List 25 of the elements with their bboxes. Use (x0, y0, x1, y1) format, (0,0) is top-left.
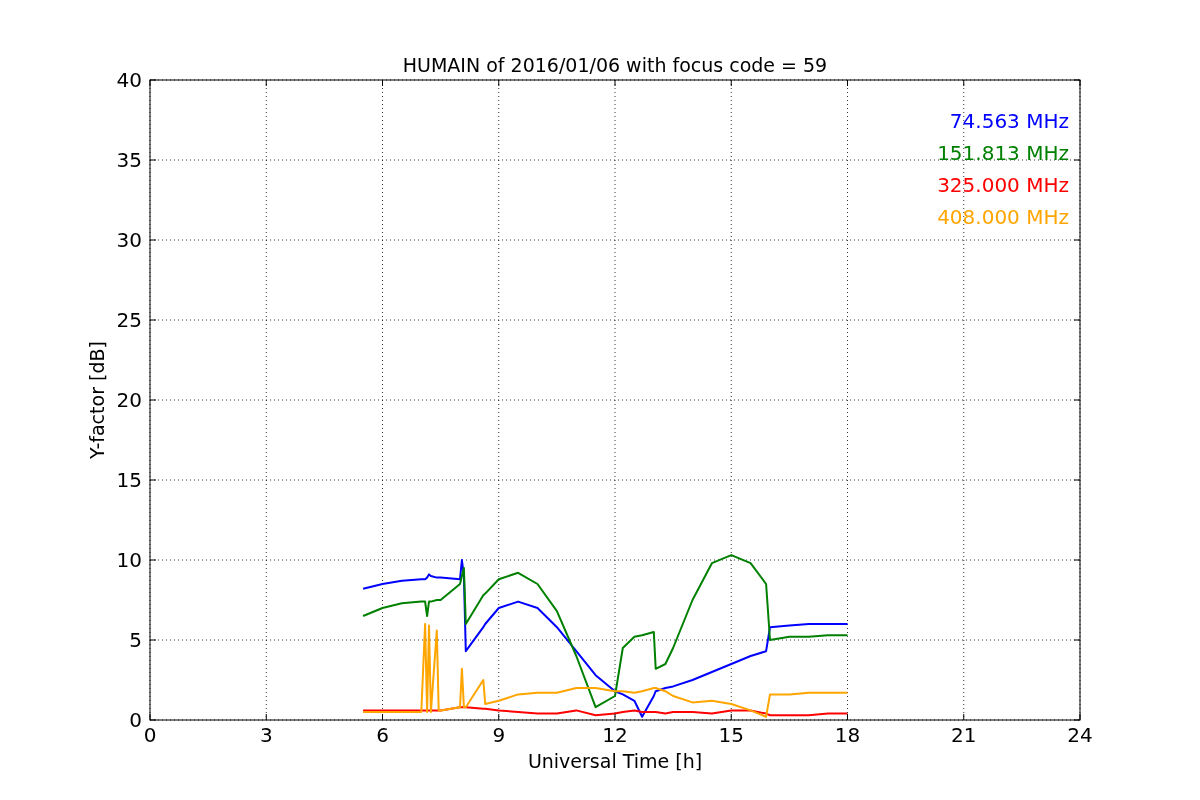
y-tick-label: 15 (116, 468, 142, 492)
legend-label: 74.563 MHz (949, 109, 1069, 133)
legend-label: 151.813 MHz (937, 141, 1069, 165)
y-tick-label: 40 (116, 68, 142, 92)
y-tick-label: 5 (129, 628, 142, 652)
x-tick-label: 15 (718, 723, 744, 747)
legend-label: 408.000 MHz (937, 205, 1069, 229)
y-tick-label: 10 (116, 548, 142, 572)
chart-title: HUMAIN of 2016/01/06 with focus code = 59 (402, 54, 828, 76)
y-tick-label: 20 (116, 388, 142, 412)
x-tick-label: 24 (1067, 723, 1093, 747)
y-tick-label: 35 (116, 148, 142, 172)
x-tick-label: 21 (951, 723, 977, 747)
x-tick-label: 3 (259, 723, 273, 747)
x-tick-label: 6 (376, 723, 389, 747)
y-axis-label: Y-factor [dB] (86, 341, 108, 459)
x-tick-label: 9 (492, 723, 506, 747)
x-tick-label: 12 (602, 723, 628, 747)
y-tick-label: 25 (116, 308, 142, 332)
x-tick-label: 18 (834, 723, 861, 747)
x-axis-label: Universal Time [h] (527, 750, 703, 772)
y-tick-label: 30 (116, 228, 142, 252)
legend-label: 325.000 MHz (937, 173, 1069, 197)
x-tick-label: 0 (143, 723, 157, 747)
y-tick-label: 0 (129, 708, 142, 732)
